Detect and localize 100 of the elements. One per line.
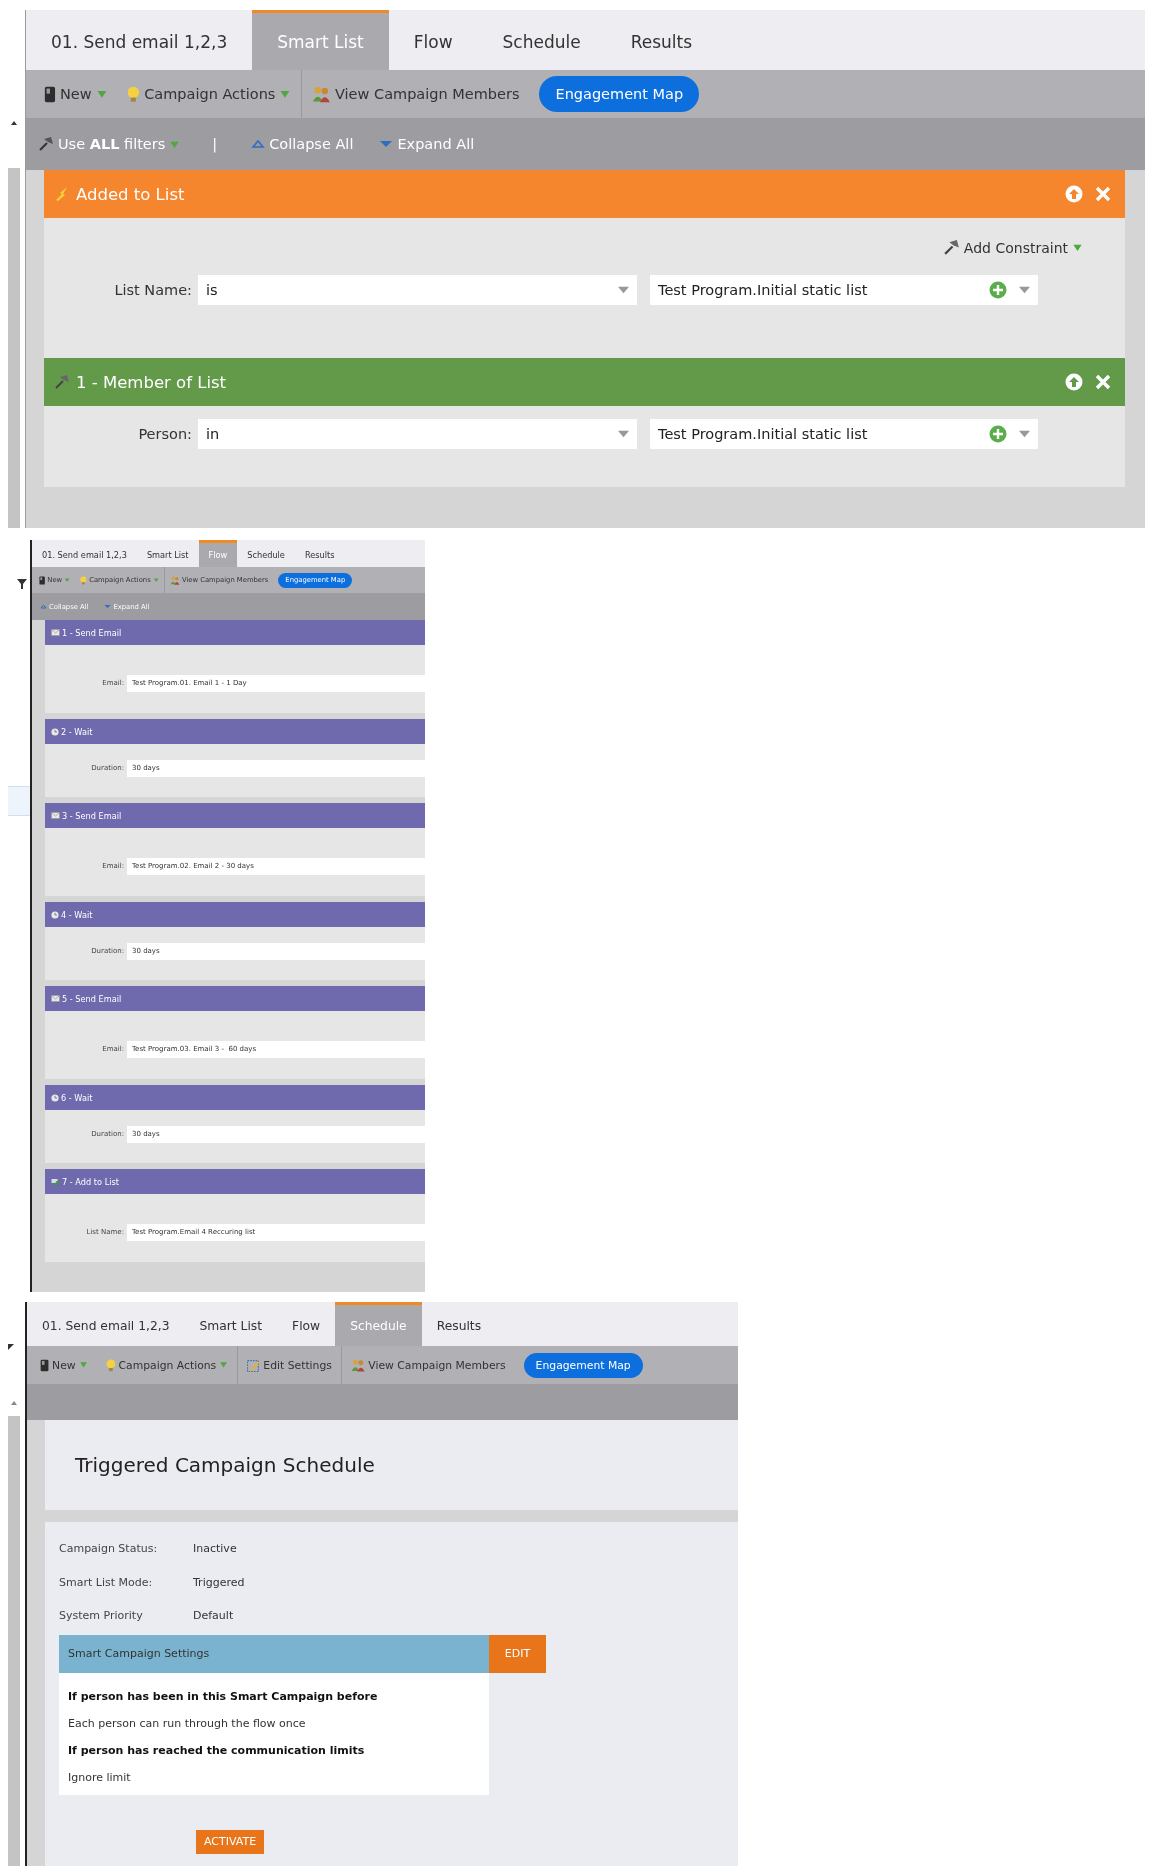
lightbulb-icon bbox=[127, 85, 141, 103]
people-icon bbox=[312, 85, 331, 103]
tab[interactable]: Smart List bbox=[184, 1302, 278, 1346]
edit-settings-button[interactable]: Edit Settings bbox=[238, 1346, 341, 1384]
clock-icon bbox=[51, 727, 59, 736]
view-members-button[interactable]: View Campaign Members bbox=[302, 70, 530, 118]
step-header[interactable]: 2 - Wait bbox=[45, 719, 425, 744]
step-header[interactable]: 4 - Wait bbox=[45, 902, 425, 927]
campaign-actions-menu[interactable]: Campaign Actions bbox=[96, 1346, 238, 1384]
step-header[interactable]: 3 - Send Email bbox=[45, 803, 425, 828]
step-header[interactable]: 1 - Send Email bbox=[45, 620, 425, 645]
tab[interactable]: 01. Send email 1,2,3 bbox=[26, 10, 253, 70]
lightning-icon bbox=[54, 186, 70, 202]
step-title: 5 - Send Email bbox=[62, 993, 122, 1004]
clock-icon bbox=[51, 1093, 59, 1102]
tab[interactable]: Flow bbox=[388, 10, 478, 70]
filter-title: 1 - Member of List bbox=[76, 372, 228, 392]
envelope-icon bbox=[51, 629, 60, 636]
separator: | bbox=[211, 136, 219, 152]
caret-icon bbox=[95, 88, 108, 100]
page-title: Triggered Campaign Schedule bbox=[75, 1453, 375, 1477]
step-header[interactable]: 6 - Wait bbox=[45, 1085, 425, 1110]
envelope-icon bbox=[51, 812, 60, 819]
filter-icon bbox=[16, 578, 28, 590]
step-header[interactable]: 5 - Send Email bbox=[45, 986, 425, 1011]
field-label: Person: bbox=[137, 426, 193, 442]
tab[interactable]: Flow bbox=[277, 1302, 336, 1346]
detail-value: Inactive bbox=[193, 1542, 237, 1556]
operator-dropdown[interactable]: is bbox=[198, 275, 637, 305]
tab[interactable]: Smart List bbox=[136, 540, 199, 567]
caret-icon bbox=[618, 286, 629, 294]
step-title: 4 - Wait bbox=[61, 909, 93, 920]
caret-icon bbox=[1072, 242, 1083, 253]
people-icon bbox=[350, 1358, 366, 1372]
canister-icon bbox=[39, 575, 46, 585]
new-menu[interactable]: New bbox=[34, 70, 118, 118]
row-highlight bbox=[8, 786, 30, 816]
caret-icon bbox=[1019, 430, 1030, 438]
lightbulb-icon bbox=[105, 1358, 116, 1372]
add-constraint-menu[interactable]: Add Constraint bbox=[936, 238, 1089, 257]
detail-label: System Priority bbox=[59, 1609, 144, 1623]
campaign-actions-menu[interactable]: Campaign Actions bbox=[117, 70, 302, 118]
tab[interactable]: 01. Send email 1,2,3 bbox=[27, 1302, 185, 1346]
people-icon bbox=[170, 575, 180, 585]
step-title: 1 - Send Email bbox=[62, 627, 122, 638]
move-up-icon[interactable] bbox=[1065, 185, 1083, 203]
triangle-up-icon bbox=[251, 139, 266, 149]
add-icon[interactable] bbox=[989, 281, 1007, 299]
triangle-up-icon bbox=[40, 604, 47, 609]
field-label: List Name: bbox=[113, 282, 193, 298]
view-members-button[interactable]: View Campaign Members bbox=[341, 1346, 515, 1384]
scrollbar[interactable] bbox=[8, 168, 20, 528]
triangle-down-icon bbox=[104, 604, 112, 609]
caret-icon bbox=[64, 576, 71, 584]
list-add-icon bbox=[51, 1177, 60, 1186]
setting-value: Each person can run through the flow once bbox=[68, 1715, 307, 1732]
caret-icon bbox=[1019, 286, 1030, 294]
setting-heading: If person has been in this Smart Campaign before bbox=[68, 1688, 379, 1705]
filter-title: Added to List bbox=[76, 184, 186, 204]
scrollbar[interactable] bbox=[8, 1416, 20, 1866]
canister-icon bbox=[44, 85, 56, 103]
triangle-down-icon bbox=[379, 139, 394, 149]
envelope-icon bbox=[51, 995, 60, 1002]
add-icon[interactable] bbox=[989, 425, 1007, 443]
tab[interactable]: Results bbox=[294, 540, 345, 567]
caret-icon bbox=[279, 88, 292, 100]
value-dropdown[interactable]: Test Program.Initial static list bbox=[650, 419, 1038, 449]
wand-icon bbox=[38, 136, 54, 152]
caret-icon bbox=[78, 1360, 88, 1370]
setting-value: Ignore limit bbox=[68, 1769, 132, 1786]
pencil-icon bbox=[247, 1358, 261, 1372]
close-icon[interactable] bbox=[1095, 186, 1111, 202]
value-dropdown[interactable]: Test Program.Initial static list bbox=[650, 275, 1038, 305]
detail-value: Triggered bbox=[193, 1575, 245, 1589]
tab[interactable]: Schedule bbox=[237, 540, 295, 567]
caret-icon bbox=[152, 576, 159, 584]
detail-label: Campaign Status: bbox=[59, 1542, 159, 1556]
tab[interactable]: Results bbox=[421, 1302, 497, 1346]
tab[interactable]: 01. Send email 1,2,3 bbox=[32, 540, 137, 567]
tab[interactable]: Results bbox=[605, 10, 718, 70]
setting-heading: If person has reached the communication limits bbox=[68, 1742, 366, 1759]
wand-icon bbox=[54, 374, 70, 390]
canister-icon bbox=[40, 1358, 50, 1372]
caret-icon bbox=[618, 430, 629, 438]
close-icon[interactable] bbox=[1095, 374, 1111, 390]
move-up-icon[interactable] bbox=[1065, 373, 1083, 391]
tab[interactable]: Schedule bbox=[477, 10, 606, 70]
settings-header: Smart Campaign Settings bbox=[59, 1634, 489, 1673]
step-header[interactable]: 7 - Add to List bbox=[45, 1169, 425, 1194]
lightbulb-icon bbox=[80, 575, 88, 585]
engagement-map-button[interactable]: Engagement Map bbox=[539, 76, 700, 112]
step-title: 2 - Wait bbox=[61, 726, 93, 737]
operator-dropdown[interactable]: in bbox=[198, 419, 637, 449]
caret-icon bbox=[8, 1344, 14, 1350]
caret-icon bbox=[219, 1360, 229, 1370]
engagement-map-button[interactable]: Engagement Map bbox=[523, 1352, 643, 1378]
clock-icon bbox=[51, 910, 59, 919]
step-title: 7 - Add to List bbox=[62, 1176, 119, 1187]
step-title: 6 - Wait bbox=[61, 1092, 93, 1103]
new-menu[interactable]: New bbox=[31, 1346, 97, 1384]
